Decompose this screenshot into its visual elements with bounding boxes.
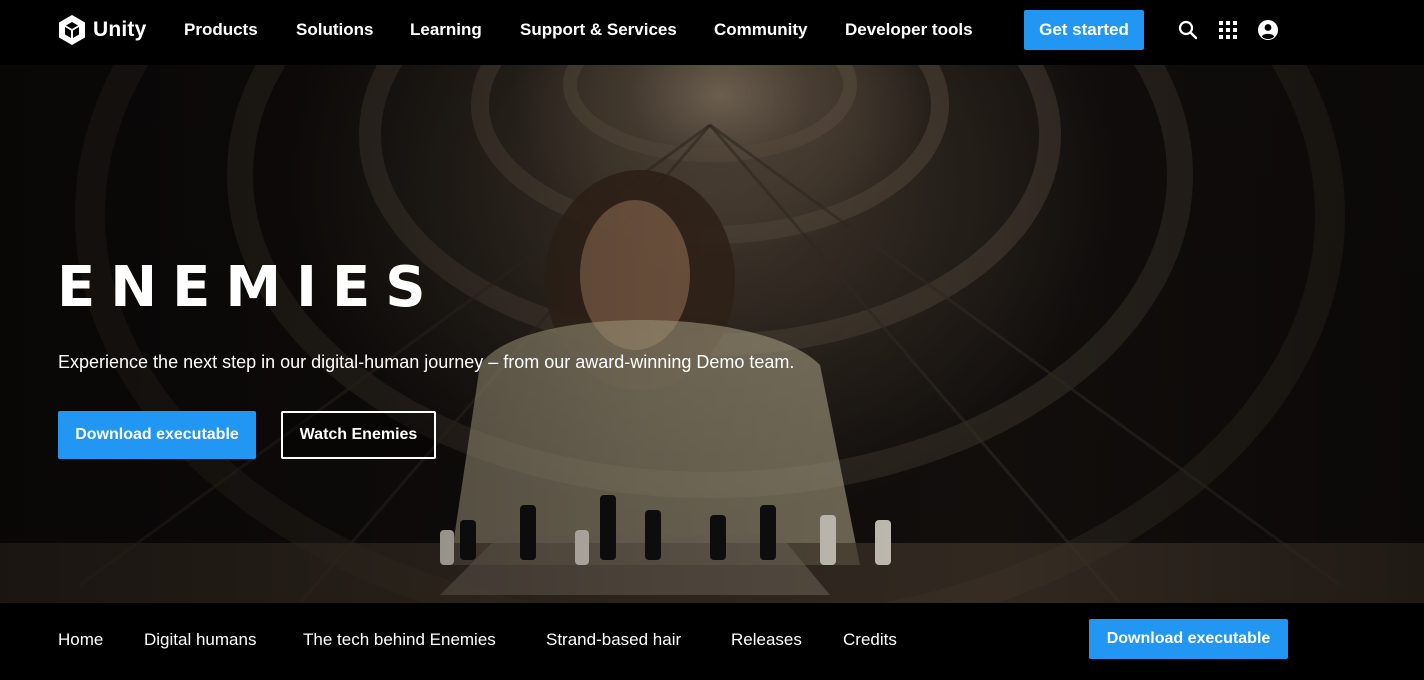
hero-overlay [0,65,1424,603]
hero-title: ENEMIES [57,255,441,320]
section-navigation: Home Digital humans The tech behind Enem… [0,603,1424,680]
nav-solutions[interactable]: Solutions [296,20,373,40]
subnav-credits[interactable]: Credits [843,630,897,650]
subnav-strand-based-hair[interactable]: Strand-based hair [546,630,681,650]
account-icon[interactable] [1256,18,1280,42]
download-executable-button[interactable]: Download executable [58,411,256,459]
nav-developer-tools[interactable]: Developer tools [845,20,973,40]
search-icon[interactable] [1176,18,1200,42]
hero-subtitle: Experience the next step in our digital-… [58,352,795,372]
nav-learning[interactable]: Learning [410,20,482,40]
subnav-digital-humans[interactable]: Digital humans [144,630,256,650]
subnav-download-executable-button[interactable]: Download executable [1089,619,1288,659]
unity-logo[interactable]: Unity [57,14,147,46]
nav-support-services[interactable]: Support & Services [520,20,677,40]
apps-grid-icon[interactable] [1216,18,1240,42]
logo-text: Unity [93,18,147,41]
nav-products[interactable]: Products [184,20,258,40]
nav-community[interactable]: Community [714,20,808,40]
subnav-home[interactable]: Home [58,630,103,650]
top-navigation: Unity Products Solutions Learning Suppor… [0,0,1424,65]
unity-cube-icon [59,15,85,45]
hero-banner: ENEMIES Experience the next step in our … [0,65,1424,603]
subnav-releases[interactable]: Releases [731,630,802,650]
watch-enemies-button[interactable]: Watch Enemies [281,411,436,459]
get-started-button[interactable]: Get started [1024,10,1144,50]
subnav-tech-behind-enemies[interactable]: The tech behind Enemies [303,630,496,650]
